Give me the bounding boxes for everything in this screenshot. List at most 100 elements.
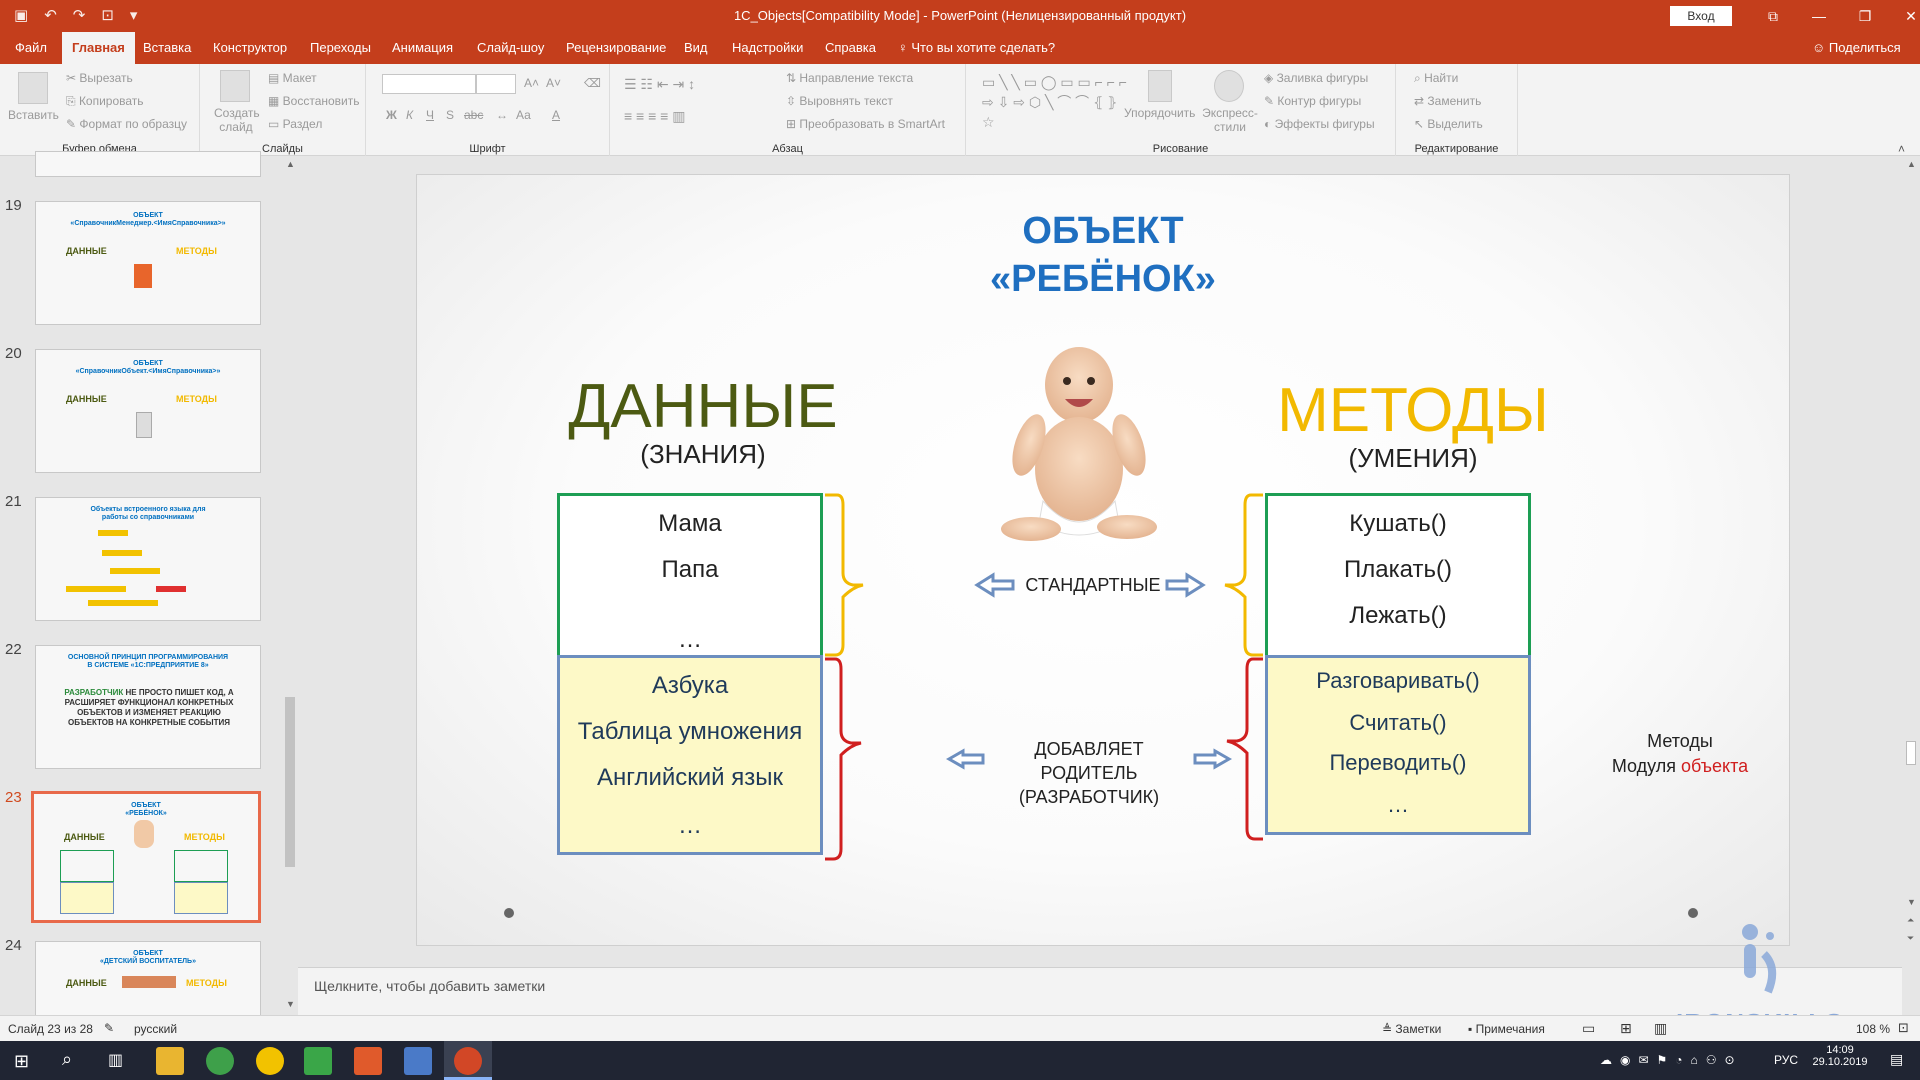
collapse-ribbon-icon[interactable]: ˄: [1898, 142, 1905, 156]
camtasia-icon[interactable]: [304, 1047, 332, 1075]
new-slide-icon[interactable]: [220, 70, 250, 102]
windows-start-icon[interactable]: ⊞: [14, 1051, 29, 1072]
strikethrough-button[interactable]: abc: [464, 108, 483, 122]
share-button[interactable]: ☺ Поделиться: [1812, 32, 1901, 64]
notifications-icon[interactable]: ▤: [1890, 1051, 1903, 1068]
app-red-icon[interactable]: [354, 1047, 382, 1075]
reading-view-icon[interactable]: ▥: [1654, 1020, 1667, 1037]
restore-icon[interactable]: ❐: [1842, 0, 1888, 32]
slide-thumbnail-18[interactable]: [35, 151, 261, 177]
cut-button[interactable]: ✂ Вырезать: [66, 71, 133, 85]
next-slide-icon[interactable]: ⏷: [1907, 933, 1914, 944]
quick-styles-button[interactable]: Экспресс-стили: [1202, 106, 1258, 134]
bold-button[interactable]: Ж: [386, 108, 397, 122]
font-size-down-icon[interactable]: A˅: [546, 76, 561, 90]
layout-button[interactable]: ▤ Макет: [268, 71, 317, 85]
text-direction-button[interactable]: ⇅ Направление текста: [786, 71, 913, 85]
slide-thumbnail-23-selected[interactable]: ОБЪЕКТ «РЕБЁНОК» ДАННЫЕ МЕТОДЫ: [31, 791, 261, 923]
tab-file[interactable]: Файл: [5, 32, 57, 64]
paste-button[interactable]: Вставить: [8, 108, 59, 122]
tab-home[interactable]: Главная: [62, 32, 135, 64]
tab-animations[interactable]: Анимация: [382, 32, 463, 64]
slide-thumbnail-24[interactable]: ОБЪЕКТ «ДЕТСКИЙ ВОСПИТАТЕЛЬ» ДАННЫЕ МЕТО…: [35, 941, 261, 1021]
shadow-button[interactable]: S: [446, 108, 454, 122]
1c-icon[interactable]: [256, 1047, 284, 1075]
new-slide-button[interactable]: Создать слайд: [214, 106, 260, 134]
notes-pane[interactable]: Щелкните, чтобы добавить заметки: [298, 967, 1902, 1015]
scroll-up-icon[interactable]: ▲: [1907, 159, 1916, 169]
clock[interactable]: 14:09 29.10.2019: [1810, 1044, 1870, 1068]
paste-icon[interactable]: [18, 72, 48, 104]
underline-button[interactable]: Ч: [426, 108, 434, 122]
align-icons[interactable]: ≡ ≡ ≡ ≡ ▥: [624, 108, 685, 125]
input-language[interactable]: РУС: [1774, 1053, 1798, 1067]
login-button[interactable]: Вход: [1670, 6, 1732, 26]
align-text-button[interactable]: ⇳ Выровнять текст: [786, 94, 893, 108]
shapes-gallery[interactable]: ▭ ╲ ╲ ▭ ◯ ▭ ▭ ⌐ ⌐ ⌐ ⇨ ⇩ ⇨ ⬡ ╲ ⌒ ⌒ ⦃ ⦄ ☆: [982, 72, 1132, 132]
network-app-icon[interactable]: [404, 1047, 432, 1075]
bullets-icon[interactable]: ☰ ☷ ⇤ ⇥ ↕: [624, 76, 695, 93]
format-painter-button[interactable]: ✎ Формат по образцу: [66, 117, 187, 131]
tab-addins[interactable]: Надстройки: [722, 32, 813, 64]
tell-me-search[interactable]: ♀ Что вы хотите сделать?: [898, 32, 1055, 64]
shape-fill-button[interactable]: ◈ Заливка фигуры: [1264, 71, 1368, 85]
zoom-level[interactable]: 108 %: [1856, 1022, 1890, 1036]
tab-insert[interactable]: Вставка: [133, 32, 201, 64]
tab-help[interactable]: Справка: [815, 32, 886, 64]
spellcheck-icon[interactable]: ✎: [104, 1021, 114, 1035]
slide-thumbnail-19[interactable]: ОБЪЕКТ «СправочникМенеджер.<ИмяСправочни…: [35, 201, 261, 325]
file-explorer-icon[interactable]: [156, 1047, 184, 1075]
copy-button[interactable]: ⎘ Копировать: [66, 94, 144, 109]
tab-review[interactable]: Рецензирование: [556, 32, 676, 64]
ribbon-display-icon[interactable]: ⧉: [1750, 0, 1796, 32]
tray-icons[interactable]: ☁◉✉⚑◔⌂⚇⊙: [1600, 1053, 1743, 1067]
arrange-icon[interactable]: [1148, 70, 1172, 102]
close-icon[interactable]: ✕: [1888, 0, 1920, 32]
tab-transitions[interactable]: Переходы: [300, 32, 381, 64]
find-button[interactable]: ⌕ Найти: [1414, 71, 1458, 86]
normal-view-icon[interactable]: ▭: [1582, 1020, 1595, 1037]
powerpoint-taskbar-button[interactable]: [444, 1041, 492, 1080]
chrome-icon[interactable]: [206, 1047, 234, 1075]
scroll-down-icon[interactable]: ▼: [286, 999, 295, 1009]
previous-slide-icon[interactable]: ⏶: [1907, 915, 1914, 926]
tab-view[interactable]: Вид: [674, 32, 718, 64]
select-button[interactable]: ↖ Выделить: [1414, 117, 1483, 131]
font-size-up-icon[interactable]: A˄: [524, 76, 539, 90]
shape-outline-button[interactable]: ✎ Контур фигуры: [1264, 94, 1361, 108]
font-color-button[interactable]: А: [552, 108, 560, 122]
notes-toggle[interactable]: ≜ Заметки: [1382, 1022, 1441, 1036]
search-icon[interactable]: ⌕: [62, 1049, 72, 1070]
task-view-icon[interactable]: ▥: [108, 1050, 123, 1070]
scroll-down-icon[interactable]: ▼: [1907, 897, 1916, 907]
tab-design[interactable]: Конструктор: [203, 32, 297, 64]
scroll-thumb[interactable]: [1906, 741, 1916, 765]
slide-sorter-icon[interactable]: ⊞: [1620, 1020, 1632, 1037]
scroll-thumb[interactable]: [285, 697, 295, 867]
arrange-button[interactable]: Упорядочить: [1124, 106, 1195, 120]
slide-thumbnail-22[interactable]: ОСНОВНОЙ ПРИНЦИП ПРОГРАММИРОВАНИЯ В СИСТ…: [35, 645, 261, 769]
section-button[interactable]: ▭ Раздел: [268, 117, 322, 131]
language-indicator[interactable]: русский: [134, 1022, 177, 1036]
slide-23[interactable]: ОБЪЕКТ «РЕБЁНОК» ДАННЫЕ (ЗНАНИЯ) МЕТОДЫ …: [416, 174, 1790, 946]
shape-effects-button[interactable]: ◐ Эффекты фигуры: [1264, 117, 1375, 131]
font-name-select[interactable]: [382, 74, 476, 94]
minimize-icon[interactable]: —: [1796, 0, 1842, 32]
clear-format-icon[interactable]: ⌫: [584, 76, 601, 90]
tab-slideshow[interactable]: Слайд-шоу: [467, 32, 554, 64]
fit-to-window-icon[interactable]: ⊡: [1898, 1020, 1909, 1036]
smartart-button[interactable]: ⊞ Преобразовать в SmartArt: [786, 117, 945, 131]
comments-toggle[interactable]: ▪ Примечания: [1468, 1022, 1545, 1036]
spacing-icon[interactable]: ↔: [496, 108, 508, 122]
quick-styles-icon[interactable]: [1214, 70, 1244, 102]
replace-button[interactable]: ⇄ Заменить: [1414, 94, 1481, 108]
scroll-up-icon[interactable]: ▲: [286, 159, 295, 169]
thumbnails-scrollbar[interactable]: ▲ ▼: [282, 157, 298, 1015]
font-size-select[interactable]: [476, 74, 516, 94]
change-case-button[interactable]: Аа: [516, 108, 531, 122]
slide-scrollbar[interactable]: ▲ ▼ ⏶ ⏷: [1902, 157, 1920, 1015]
italic-button[interactable]: К: [406, 108, 413, 122]
reset-button[interactable]: ▦ Восстановить: [268, 94, 360, 108]
slide-thumbnail-20[interactable]: ОБЪЕКТ «СправочникОбъект.<ИмяСправочника…: [35, 349, 261, 473]
slide-thumbnail-21[interactable]: Объекты встроенного языка для работы со …: [35, 497, 261, 621]
